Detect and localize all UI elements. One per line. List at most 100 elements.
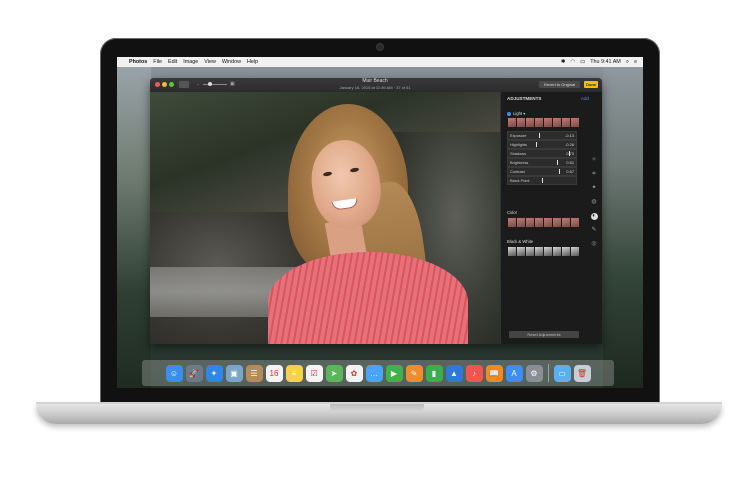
zoom-out-icon: ▫ (197, 82, 199, 87)
menu-bar: Photos File Edit Image View Window Help … (117, 57, 643, 67)
fullscreen-button[interactable] (169, 82, 174, 87)
maps-icon[interactable]: ➤ (325, 364, 343, 382)
adjustments-panel: ADJUSTMENTS Add Light ▾ Exposure -0.13 H… (500, 92, 602, 344)
menu-view[interactable]: View (204, 59, 216, 65)
notes-icon[interactable]: ≡ (285, 364, 303, 382)
slider-label: Brightness (510, 160, 529, 165)
filters-icon[interactable]: ✦ (591, 185, 598, 192)
red-eye-icon[interactable]: ✎ (591, 227, 598, 234)
window-title-block: Muir Beach January 16, 2015 at 11:49 AM … (310, 78, 440, 90)
photos-icon[interactable]: ✿ (345, 364, 363, 382)
search-icon[interactable]: ⌕ (626, 59, 629, 66)
revert-to-original-button[interactable]: Revert to Original (539, 81, 580, 88)
edit-tools: ✧ ⌗ ✦ ◍ ◐ ✎ ◎ (589, 157, 599, 248)
bluetooth-icon[interactable]: ✱ (561, 59, 566, 65)
slider-handle[interactable] (557, 160, 558, 165)
adjustments-icon[interactable]: ◐ (590, 213, 598, 220)
numbers-icon[interactable]: ▮ (425, 364, 443, 382)
calendar-icon[interactable]: 16 (265, 364, 283, 382)
highlights-slider[interactable]: Highlights -0.26 (507, 140, 577, 149)
crop-icon[interactable]: ⌗ (591, 171, 598, 178)
light-section-header[interactable]: Light ▾ (507, 111, 525, 116)
slider-value: -0.26 (565, 142, 574, 147)
grid-view-button[interactable] (179, 81, 189, 88)
system-preferences-icon[interactable]: ⚙ (525, 364, 543, 382)
light-thumbnail-strip[interactable] (508, 118, 579, 127)
menu-help[interactable]: Help (247, 59, 258, 65)
lid-opening-notch (330, 404, 424, 412)
close-button[interactable] (155, 82, 160, 87)
color-thumbnail-strip[interactable] (508, 218, 579, 227)
light-toggle-icon[interactable] (507, 111, 511, 116)
slider-handle[interactable] (559, 169, 560, 174)
trash-icon[interactable]: 🗑 (573, 364, 591, 382)
slider-value: 0.51 (566, 160, 574, 165)
reset-adjustments-button[interactable]: Reset Adjustments (509, 331, 579, 338)
menu-window[interactable]: Window (222, 59, 241, 65)
minimize-button[interactable] (162, 82, 167, 87)
photo-gallery-icon[interactable]: ▣ (225, 364, 243, 382)
music-icon[interactable]: ♪ (465, 364, 483, 382)
menu-image[interactable]: Image (183, 59, 198, 65)
photos-window: ▫ ▣ Muir Beach January 16, 2015 at 11:49… (150, 78, 602, 344)
contrast-slider[interactable]: Contrast 0.57 (507, 167, 577, 176)
slider-handle[interactable] (536, 142, 537, 147)
zoom-slider-track[interactable] (203, 84, 227, 85)
launchpad-icon[interactable]: 🚀 (185, 364, 203, 382)
reminders-icon[interactable]: ☑ (305, 364, 323, 382)
battery-icon[interactable]: ▭ (580, 59, 585, 65)
slider-label: Shadows (510, 151, 527, 156)
desktop-wallpaper-right (603, 67, 643, 388)
color-section-header[interactable]: Color (507, 210, 517, 215)
title-bar: ▫ ▣ Muir Beach January 16, 2015 at 11:49… (150, 78, 602, 92)
ibooks-icon[interactable]: 📖 (485, 364, 503, 382)
add-adjustment-button[interactable]: Add (581, 96, 589, 101)
slider-value: 0.70 (566, 151, 574, 156)
shadows-slider[interactable]: Shadows 0.70 (507, 149, 577, 158)
menu-list-icon[interactable]: ≡ (634, 59, 637, 65)
slider-value: -0.13 (565, 133, 574, 138)
pages-icon[interactable]: ✎ (405, 364, 423, 382)
zoom-slider-knob[interactable] (208, 82, 212, 86)
light-label: Light (513, 111, 523, 116)
menu-app-name[interactable]: Photos (129, 59, 147, 65)
contacts-icon[interactable]: ☰ (245, 364, 263, 382)
menu-edit[interactable]: Edit (168, 59, 177, 65)
slider-label: Exposure (510, 133, 527, 138)
slider-handle[interactable] (539, 133, 540, 138)
window-subtitle: January 16, 2015 at 11:49 AM · 37 of 61 (339, 84, 411, 90)
menu-file[interactable]: File (153, 59, 162, 65)
black-white-section-header[interactable]: Black & White (507, 239, 533, 244)
finder-icon[interactable]: ☺ (165, 364, 183, 382)
adjustments-title: ADJUSTMENTS (507, 96, 542, 101)
slider-handle[interactable] (542, 178, 543, 183)
dock: ☺ 🚀 ✦ ▣ ☰ 16 ≡ ☑ ➤ ✿… ▶ ✎ ▮ ▲ ♪ 📖 A ⚙ ▭ 🗑 (142, 360, 614, 386)
app-store-icon[interactable]: A (505, 364, 523, 382)
slider-label: Black Point (510, 178, 530, 183)
exposure-slider[interactable]: Exposure -0.13 (507, 131, 577, 140)
photo-shirt (268, 252, 468, 344)
wifi-icon[interactable]: ◠ (570, 59, 575, 65)
zoom-in-icon: ▣ (230, 81, 235, 87)
screen: Photos File Edit Image View Window Help … (117, 57, 643, 388)
effects-icon[interactable]: ◎ (591, 241, 598, 248)
messages-icon[interactable]: … (365, 364, 383, 382)
brightness-slider[interactable]: Brightness 0.51 (507, 158, 577, 167)
photo-canvas[interactable] (150, 92, 500, 344)
adjust-icon[interactable]: ✧ (591, 157, 598, 164)
black-point-slider[interactable]: Black Point (507, 176, 577, 185)
facetime-icon[interactable]: ▶ (385, 364, 403, 382)
menubar-status: ✱ ◠ ▭ Thu 9:41 AM ⌕ ≡ (561, 59, 637, 66)
camera (377, 44, 383, 50)
slider-label: Highlights (510, 142, 528, 147)
clock[interactable]: Thu 9:41 AM (590, 59, 621, 65)
keynote-icon[interactable]: ▲ (445, 364, 463, 382)
retouch-icon[interactable]: ◍ (591, 199, 598, 206)
bw-thumbnail-strip[interactable] (508, 247, 579, 256)
safari-icon[interactable]: ✦ (205, 364, 223, 382)
desktop-wallpaper-left (117, 67, 151, 388)
downloads-folder-icon[interactable]: ▭ (553, 364, 571, 382)
done-button[interactable]: Done (584, 81, 598, 88)
slider-value: 0.57 (566, 169, 574, 174)
dock-separator (547, 364, 549, 382)
